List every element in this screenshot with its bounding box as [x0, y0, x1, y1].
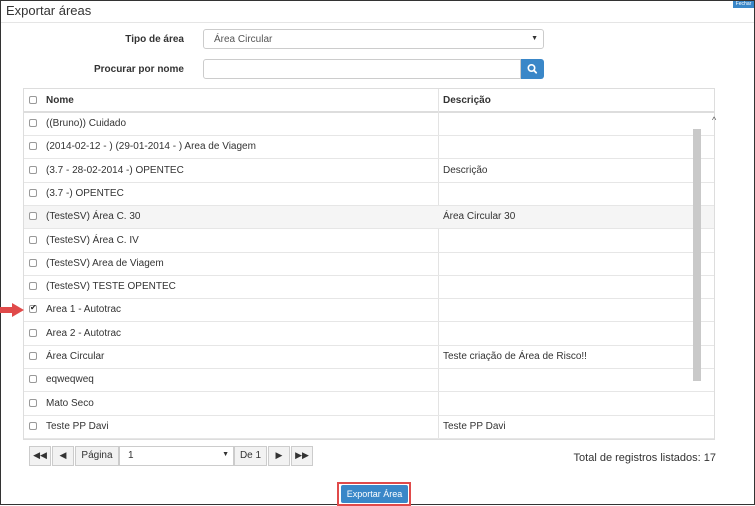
search-icon: [527, 64, 538, 74]
row-checkbox[interactable]: [29, 421, 37, 430]
last-page-icon: ▶▶: [295, 450, 309, 460]
row-checkbox[interactable]: [29, 352, 37, 360]
tipo-area-value: Área Circular: [214, 34, 273, 45]
search-button[interactable]: [521, 59, 544, 79]
row-name: (3.7 -) OPENTEC: [46, 187, 124, 199]
row-name: Area 1 - Autotrac: [46, 304, 122, 316]
row-description: Teste criação de Área de Risco!!: [443, 351, 587, 362]
page-label: Página: [75, 446, 119, 466]
row-checkbox[interactable]: [29, 188, 37, 197]
table-row[interactable]: Mato Seco: [24, 393, 714, 416]
row-name: Mato Seco: [46, 397, 94, 409]
table-row[interactable]: ((Bruno)) Cuidado: [24, 113, 714, 136]
row-name: Area 2 - Autotrac: [46, 327, 122, 339]
table-row[interactable]: (TesteSV) TESTE OPENTEC: [24, 276, 714, 300]
export-areas-modal: Fechar Exportar áreas Tipo de área Área …: [0, 0, 755, 506]
row-name: Teste PP Davi: [46, 420, 109, 432]
table-row[interactable]: (2014-02-12 - ) (29-01-2014 - ) Area de …: [24, 136, 714, 160]
table-row[interactable]: (TesteSV) Area de Viagem: [24, 253, 714, 276]
row-checkbox[interactable]: [29, 398, 37, 407]
row-checkbox[interactable]: [29, 119, 37, 127]
table-row[interactable]: eqweqweq: [24, 369, 714, 393]
page-select-value: 1: [128, 450, 134, 461]
select-all-checkbox[interactable]: [29, 96, 37, 104]
row-name: ((Bruno)) Cuidado: [46, 118, 127, 129]
table-row[interactable]: (3.7 - 28-02-2014 -) OPENTEC Descrição: [24, 160, 714, 183]
caret-down-icon: ▼: [222, 451, 229, 458]
row-checkbox[interactable]: [29, 212, 37, 221]
table-row[interactable]: Área Circular Teste criação de Área de Ri…: [24, 346, 714, 369]
page-select[interactable]: 1 ▼: [119, 446, 234, 466]
total-records: Total de registros listados: 17: [573, 452, 716, 464]
tipo-area-label: Tipo de área: [125, 34, 184, 45]
first-page-icon: ◀◀: [33, 450, 47, 460]
row-checkbox[interactable]: [29, 235, 37, 244]
modal-title: Exportar áreas: [6, 3, 92, 18]
row-checkbox[interactable]: [29, 282, 37, 291]
row-name: eqweqweq: [46, 374, 94, 386]
first-page-button[interactable]: ◀◀: [29, 446, 51, 466]
row-name: Área Circular: [46, 351, 105, 362]
row-name: (TesteSV) Área C. IV: [46, 234, 139, 246]
table-row[interactable]: (3.7 -) OPENTEC: [24, 183, 714, 206]
row-description: Descrição: [443, 164, 488, 176]
row-checkbox[interactable]: [29, 142, 37, 151]
row-name: (2014-02-12 - ) (29-01-2014 - ) Area de …: [46, 141, 256, 153]
scrollbar-thumb[interactable]: [693, 129, 701, 381]
close-button[interactable]: Fechar: [733, 1, 754, 8]
last-page-button[interactable]: ▶▶: [291, 446, 313, 466]
column-header-name: Nome: [46, 95, 74, 106]
table-row[interactable]: (TesteSV) Área C. IV: [24, 230, 714, 253]
scrollbar-track[interactable]: [714, 111, 715, 439]
prev-page-icon: ◀: [59, 450, 67, 460]
row-name: (TesteSV) Área C. 30: [46, 211, 141, 223]
column-header-desc: Descrição: [443, 95, 491, 106]
pointer-arrow-icon: [0, 303, 24, 317]
table-row[interactable]: Area 2 - Autotrac: [24, 323, 714, 346]
table-row[interactable]: Teste PP Davi Teste PP Davi: [24, 416, 714, 439]
row-checkbox[interactable]: [29, 258, 37, 267]
row-name: (3.7 - 28-02-2014 -) OPENTEC: [46, 164, 184, 176]
row-checkbox[interactable]: [29, 165, 37, 174]
areas-table: Nome Descrição ((Bruno)) Cuidado (2014-02…: [23, 88, 715, 440]
row-checkbox[interactable]: [29, 303, 37, 314]
scroll-up-icon[interactable]: ^: [712, 115, 716, 125]
row-description: Teste PP Davi: [443, 420, 506, 432]
page-count-label: De 1: [234, 446, 267, 466]
row-checkbox[interactable]: [29, 328, 37, 337]
table-row[interactable]: Area 1 - Autotrac: [24, 299, 714, 323]
table-header: Nome Descrição: [24, 89, 714, 113]
search-label: Procurar por nome: [93, 64, 184, 75]
row-name: (TesteSV) Area de Viagem: [46, 257, 164, 269]
row-name: (TesteSV) TESTE OPENTEC: [46, 281, 176, 293]
row-description: Área Circular 30: [443, 211, 516, 223]
search-input[interactable]: [203, 59, 521, 79]
next-page-button[interactable]: ▶: [268, 446, 290, 466]
tipo-area-select[interactable]: Área Circular ▼: [203, 29, 544, 49]
row-checkbox[interactable]: [29, 375, 37, 384]
title-divider: [1, 22, 754, 23]
next-page-icon: ▶: [275, 450, 283, 460]
caret-down-icon: ▼: [531, 35, 538, 42]
table-row[interactable]: (TesteSV) Área C. 30 Área Circular 30: [24, 206, 714, 230]
export-area-button[interactable]: Exportar Área: [341, 485, 408, 503]
prev-page-button[interactable]: ◀: [52, 446, 74, 466]
